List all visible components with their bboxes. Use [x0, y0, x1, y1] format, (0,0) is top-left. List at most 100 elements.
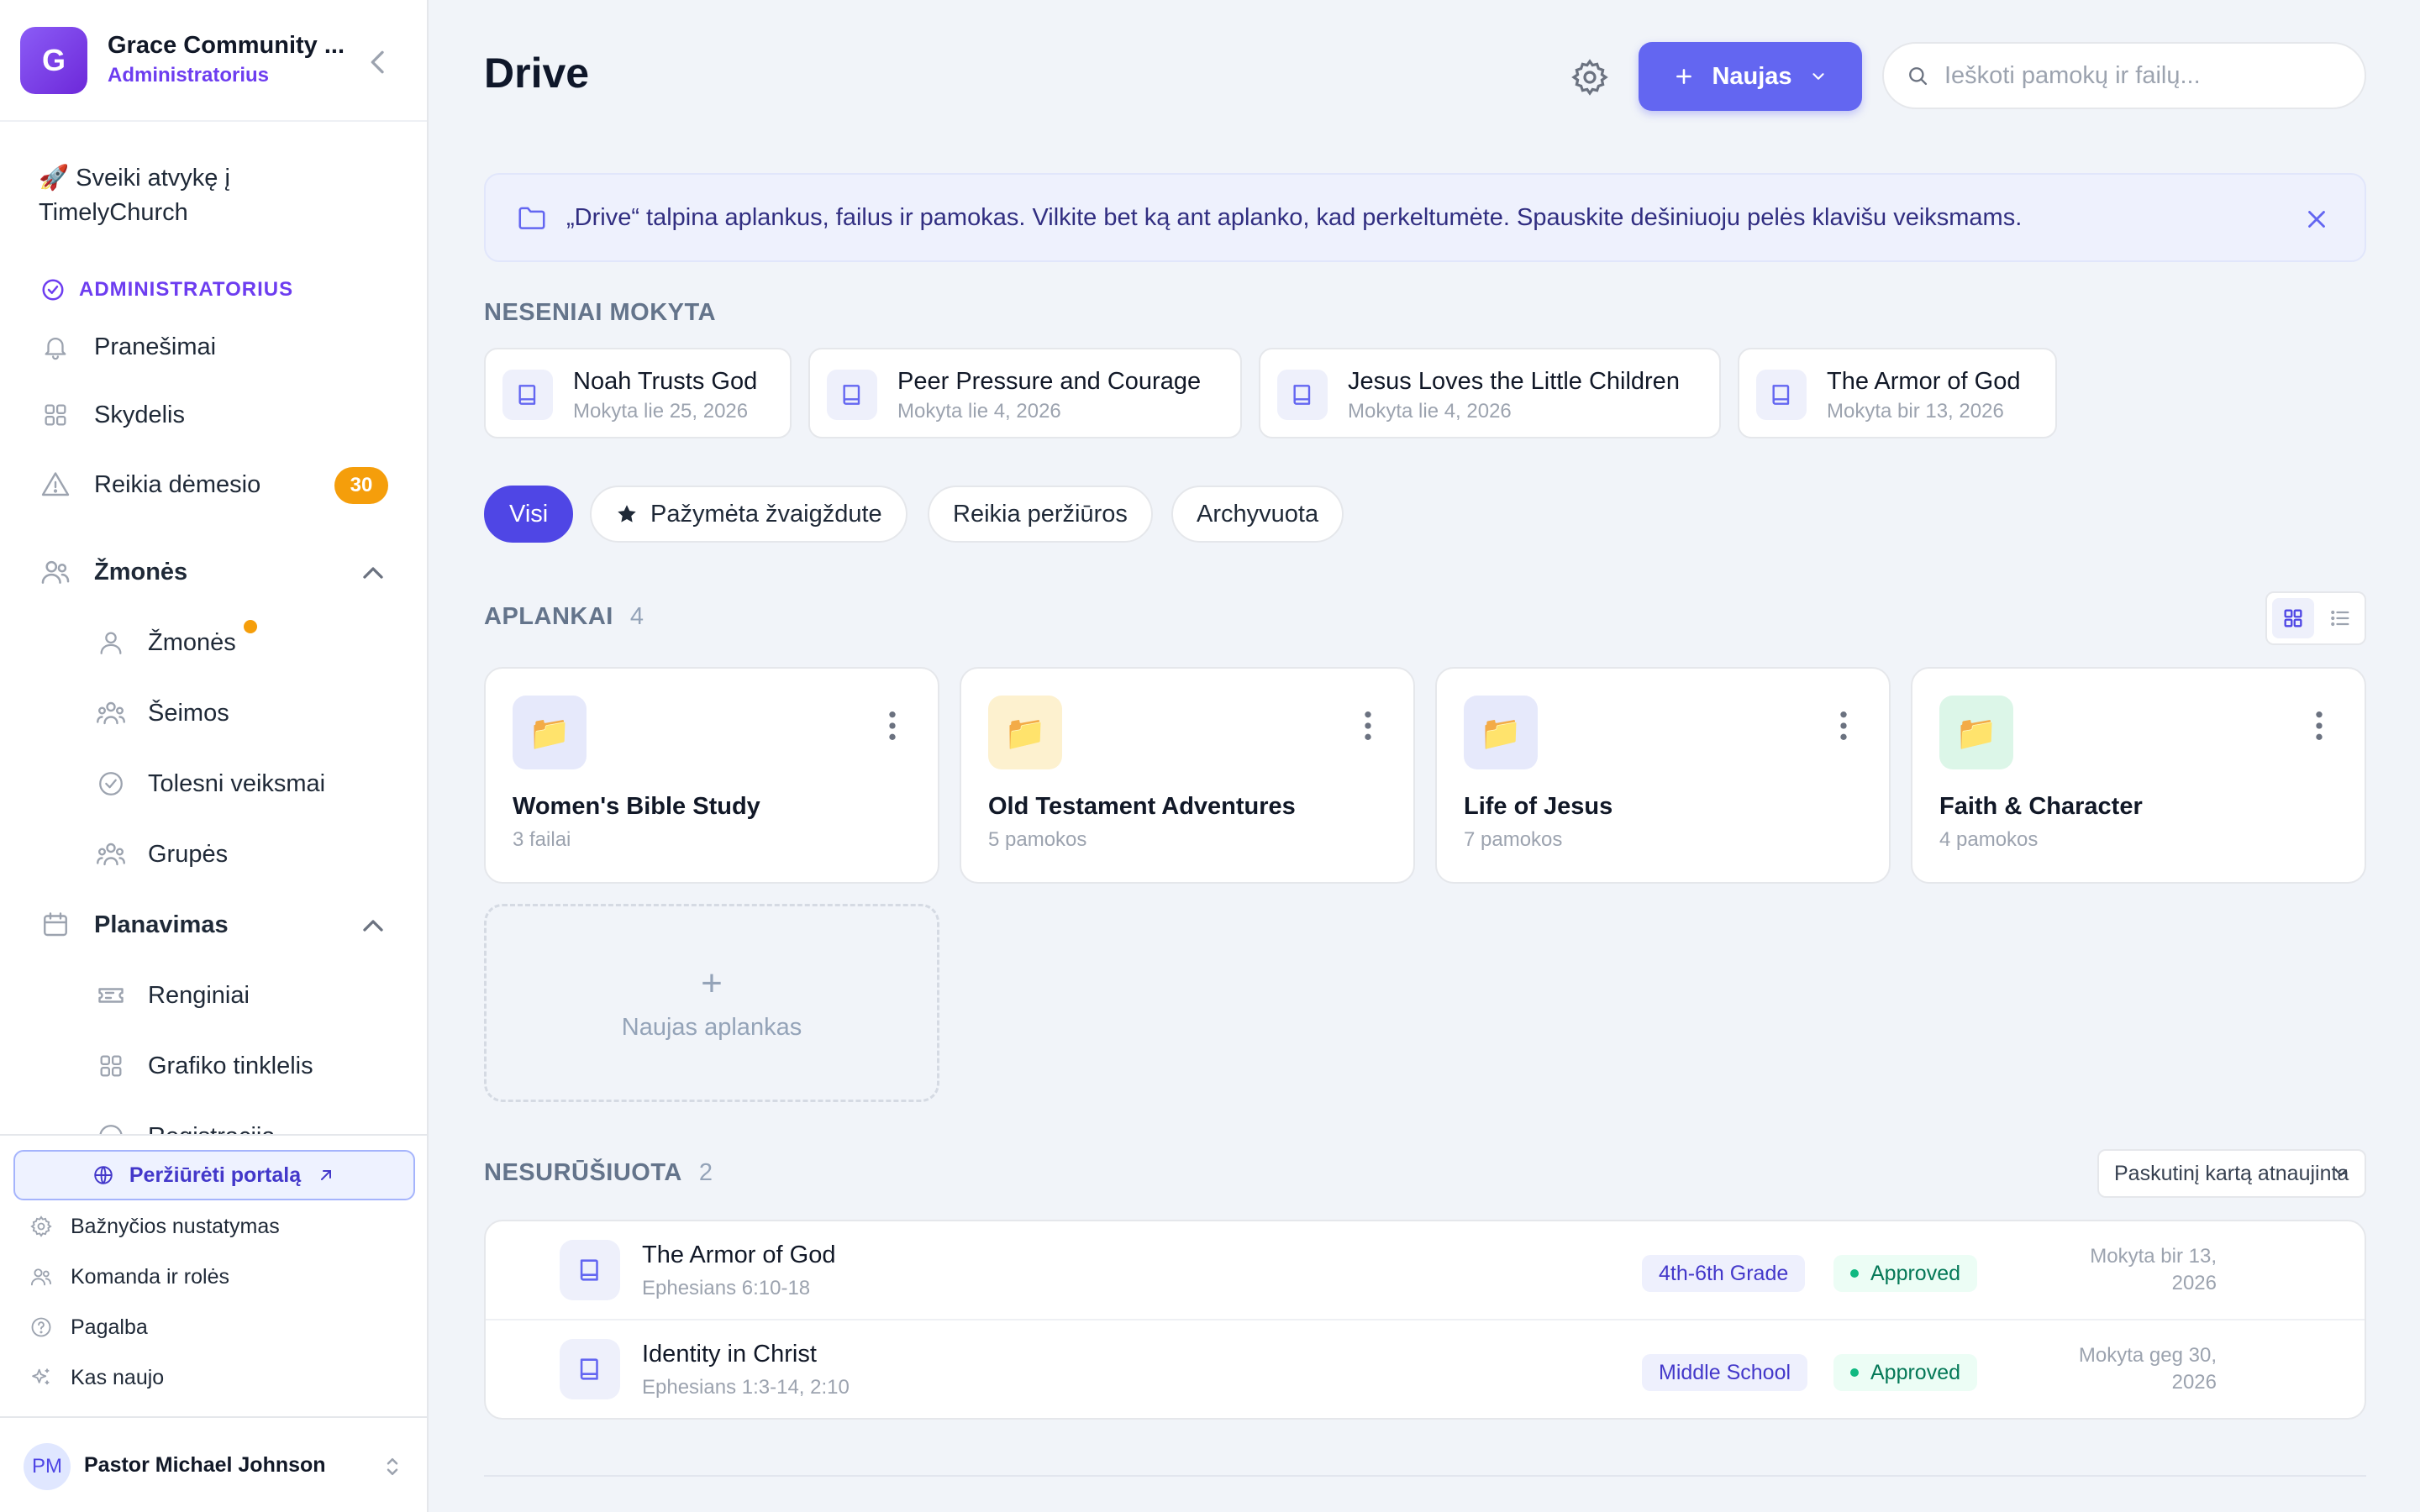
recent-lesson-date: Mokyta lie 4, 2026: [897, 400, 1061, 423]
recent-lesson-title: Noah Trusts God: [573, 368, 758, 395]
sidebar-item-needs-attention[interactable]: Reikia dėmesio: [39, 459, 260, 510]
sidebar-item-events[interactable]: Renginiai: [94, 970, 250, 1021]
folders-section-title: APLANKAI 4: [484, 603, 644, 631]
view-toggle: [2265, 591, 2366, 645]
new-folder-label: Naujas aplankas: [621, 1013, 802, 1041]
list-view-button[interactable]: [2319, 598, 2361, 638]
needs-attention-badge: 30: [334, 467, 388, 504]
filter-all[interactable]: Visi: [484, 486, 574, 543]
new-button[interactable]: Naujas: [1639, 42, 1862, 111]
group-icon: [97, 843, 125, 866]
folder-icon: 📁: [513, 696, 587, 769]
taught-date: Mokyta bir 13, 2026: [2049, 1243, 2217, 1297]
book-icon: [1293, 385, 1311, 405]
check-circle-icon: [42, 279, 64, 301]
footer-link-team-roles[interactable]: Komanda ir rolės: [29, 1264, 229, 1289]
chevron-up-icon[interactable]: [356, 909, 390, 942]
status-badge: Approved: [1833, 1354, 1978, 1391]
sidebar-item-groups[interactable]: Grupės: [94, 829, 228, 879]
filter-needs-review[interactable]: Reikia peržiūros: [928, 486, 1153, 543]
filter-label: Reikia peržiūros: [953, 500, 1128, 528]
filter-label: Pažymėta žvaigždute: [650, 500, 882, 528]
sidebar-item-families[interactable]: Šeimos: [94, 688, 229, 738]
folder-icon: 📁: [1464, 696, 1538, 769]
recent-section-title: NESENIAI MOKYTA: [484, 299, 717, 326]
star-icon: [618, 505, 636, 522]
footer-link-help[interactable]: Pagalba: [29, 1315, 148, 1340]
more-options-icon[interactable]: [2311, 709, 2328, 743]
folder-card[interactable]: 📁 Life of Jesus 7 pamokos: [1435, 667, 1891, 884]
sidebar-item-dashboard[interactable]: Skydelis: [39, 390, 185, 440]
recent-lesson-date: Mokyta lie 4, 2026: [1348, 400, 1512, 423]
sidebar-item-notifications[interactable]: Pranešimai: [39, 322, 216, 372]
workspace-header[interactable]: G Grace Community ... Administratorius: [0, 0, 427, 122]
sidebar-item-people[interactable]: Žmonės: [94, 617, 236, 668]
search-input[interactable]: [1944, 61, 2348, 90]
table-row[interactable]: Identity in Christ Ephesians 1:3-14, 2:1…: [486, 1320, 2365, 1418]
folder-card[interactable]: 📁 Old Testament Adventures 5 pamokos: [960, 667, 1415, 884]
lesson-scripture: Ephesians 6:10-18: [642, 1277, 811, 1299]
view-portal-button[interactable]: Peržiūrėti portalą: [13, 1150, 415, 1200]
search-icon: [1909, 67, 1928, 86]
folder-item-count: 3 failai: [513, 828, 571, 851]
sidebar: G Grace Community ... Administratorius 🚀…: [0, 0, 429, 1512]
more-options-icon[interactable]: [884, 709, 901, 743]
grid-icon: [100, 1055, 122, 1077]
sidebar-group-planning[interactable]: Planavimas: [39, 900, 229, 950]
sort-select[interactable]: Paskutinį kartą atnaujinta: [2097, 1149, 2366, 1198]
filter-label: Archyvuota: [1197, 500, 1319, 528]
user-menu[interactable]: PM Pastor Michael Johnson: [0, 1416, 427, 1512]
unsorted-title-text: NESURŪŠIUOTA: [484, 1159, 682, 1186]
recent-lesson-card[interactable]: Peer Pressure and Courage Mokyta lie 4, …: [808, 348, 1242, 438]
new-indicator-dot: [244, 620, 257, 633]
welcome-message: 🚀 Sveiki atvykę į TimelyChurch: [39, 165, 230, 226]
status-label: Approved: [1870, 1261, 1961, 1285]
sparkle-icon: [32, 1368, 50, 1385]
sidebar-item-follow-ups[interactable]: Tolesni veiksmai: [94, 759, 325, 809]
chevron-up-icon[interactable]: [356, 556, 390, 590]
folder-card[interactable]: 📁 Women's Bible Study 3 failai: [484, 667, 939, 884]
info-banner-text: „Drive“ talpina aplankus, failus ir pamo…: [566, 203, 2023, 231]
more-options-icon[interactable]: [1835, 709, 1852, 743]
footer-link-whats-new[interactable]: Kas naujo: [29, 1365, 164, 1390]
sidebar-item-schedule-grid[interactable]: Grafiko tinklelis: [94, 1041, 313, 1091]
folder-item-count: 7 pamokos: [1464, 828, 1563, 851]
search-box[interactable]: [1882, 42, 2366, 109]
status-dot: [1850, 1269, 1859, 1278]
collapse-sidebar-icon[interactable]: [361, 45, 395, 79]
recent-lesson-card[interactable]: The Armor of God Mokyta bir 13, 2026: [1738, 348, 2057, 438]
recent-lesson-title: Peer Pressure and Courage: [897, 368, 1202, 395]
status-label: Approved: [1870, 1360, 1961, 1384]
folder-card[interactable]: 📁 Faith & Character 4 pamokos: [1911, 667, 2366, 884]
taught-date-line1: Mokyta bir 13,: [2090, 1245, 2217, 1268]
sort-select-value: Paskutinį kartą atnaujinta: [2114, 1161, 2349, 1185]
bell-icon: [45, 338, 66, 360]
sidebar-item-label: Grafiko tinklelis: [148, 1052, 313, 1079]
recent-lesson-card[interactable]: Jesus Loves the Little Children Mokyta l…: [1259, 348, 1721, 438]
folder-item-count: 5 pamokos: [988, 828, 1087, 851]
recent-lesson-title: The Armor of God: [1827, 368, 2021, 395]
footer-link-church-settings[interactable]: Bažnyčios nustatymas: [29, 1214, 280, 1239]
sidebar-group-people[interactable]: Žmonės: [39, 547, 187, 597]
sidebar-item-label: Renginiai: [148, 981, 250, 1009]
grade-badge: 4th-6th Grade: [1642, 1255, 1806, 1292]
table-row[interactable]: The Armor of God Ephesians 6:10-18 4th-6…: [486, 1221, 2365, 1320]
folder-icon: [518, 207, 545, 229]
close-icon[interactable]: [2302, 205, 2331, 234]
workspace-name: Grace Community ...: [108, 32, 345, 59]
filter-starred[interactable]: Pažymėta žvaigždute: [590, 486, 908, 543]
new-folder-button[interactable]: + Naujas aplankas: [484, 904, 939, 1102]
grid-view-button[interactable]: [2272, 598, 2314, 638]
settings-gear-icon[interactable]: [1570, 57, 1610, 97]
users-icon: [30, 1268, 52, 1286]
warning-icon: [41, 472, 70, 496]
recent-lesson-card[interactable]: Noah Trusts God Mokyta lie 25, 2026: [484, 348, 792, 438]
sidebar-group-label: Žmonės: [94, 558, 188, 585]
taught-date-line2: 2026: [2171, 1272, 2217, 1294]
sidebar-item-label: Žmonės: [148, 628, 236, 656]
more-options-icon[interactable]: [1360, 709, 1376, 743]
unsorted-count: 2: [698, 1159, 713, 1186]
check-circle-icon: [99, 772, 123, 795]
filter-archived[interactable]: Archyvuota: [1171, 486, 1344, 543]
list-icon: [2331, 610, 2349, 627]
